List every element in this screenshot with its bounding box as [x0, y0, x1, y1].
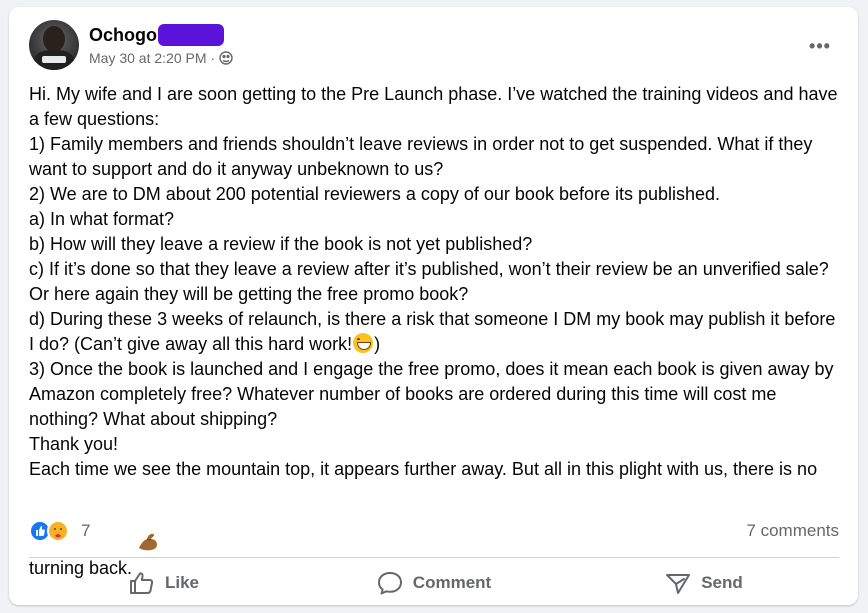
reaction-icons[interactable]: [29, 519, 75, 543]
meta-separator: ·: [210, 50, 216, 66]
post-paragraph-text: ): [374, 334, 381, 354]
like-label: Like: [164, 573, 200, 592]
grinning-emoji-icon: [353, 333, 374, 353]
reactions-row: 7 7 comments: [29, 519, 839, 543]
thumbs-up-icon: [129, 572, 154, 594]
post-actions: Like Comment Send: [29, 563, 839, 603]
post-header: Ochogo May 30 at 2:20 PM · •••: [29, 20, 837, 72]
send-button[interactable]: Send: [569, 563, 839, 603]
avatar-face: [43, 26, 65, 52]
comment-label: Comment: [412, 573, 492, 592]
like-button[interactable]: Like: [29, 563, 299, 603]
post-paragraph: Thank you!: [29, 434, 119, 454]
more-options-button[interactable]: •••: [803, 34, 837, 58]
send-label: Send: [701, 573, 743, 592]
author-name[interactable]: Ochogo: [89, 25, 157, 45]
post-paragraph: c) If it’s done so that they leave a rev…: [29, 259, 834, 304]
post-paragraph: 3) Once the book is launched and I engag…: [29, 359, 838, 429]
post-paragraph: b) How will they leave a review if the b…: [29, 234, 533, 254]
post-paragraph-text: d) During these 3 weeks of relaunch, is …: [29, 309, 841, 354]
comment-button[interactable]: Comment: [299, 563, 569, 603]
avatar[interactable]: [29, 20, 79, 70]
post-paragraph: a) In what format?: [29, 209, 175, 229]
author-line: Ochogo: [89, 23, 224, 47]
flexed-biceps-emoji-icon: [137, 482, 159, 551]
post-meta: May 30 at 2:20 PM ·: [89, 50, 233, 66]
post-paragraph: 1) Family members and friends shouldn’t …: [29, 134, 818, 179]
post-paragraph: 2) We are to DM about 200 potential revi…: [29, 184, 721, 204]
globe-icon[interactable]: [219, 51, 233, 65]
send-icon: [666, 574, 691, 594]
comment-icon: [377, 572, 402, 595]
avatar-badge: [42, 56, 66, 63]
post-paragraph: d) During these 3 weeks of relaunch, is …: [29, 307, 841, 357]
post-timestamp[interactable]: May 30 at 2:20 PM: [89, 50, 207, 66]
post-card: Ochogo May 30 at 2:20 PM · ••• Hi. My wi…: [9, 7, 858, 605]
more-options-icon: •••: [809, 36, 831, 56]
redaction-mark: [158, 24, 224, 46]
care-reaction-icon: [47, 520, 69, 542]
divider: [29, 557, 839, 558]
reaction-count[interactable]: 7: [81, 520, 90, 542]
post-paragraph: Hi. My wife and I are soon getting to th…: [29, 84, 843, 129]
post-body: Hi. My wife and I are soon getting to th…: [29, 82, 841, 581]
comments-count-link[interactable]: 7 comments: [746, 520, 839, 542]
